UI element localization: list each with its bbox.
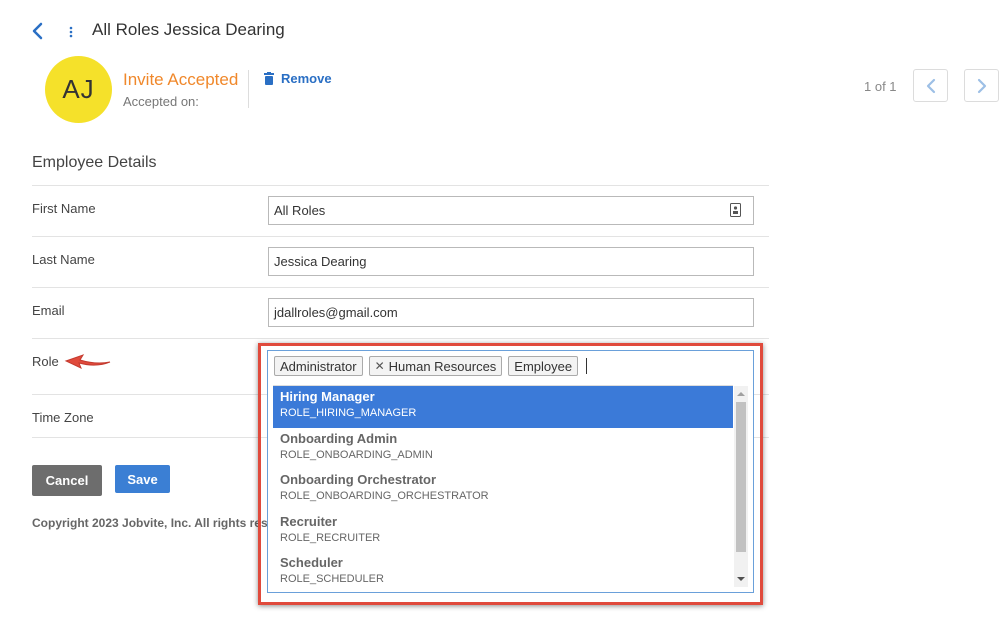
option-title: Onboarding Orchestrator bbox=[280, 472, 437, 487]
first-name-label: First Name bbox=[32, 201, 96, 216]
scroll-thumb[interactable] bbox=[736, 402, 746, 552]
text-caret[interactable] bbox=[586, 358, 588, 374]
selected-tags: Administrator ✕ Human Resources Employee bbox=[274, 356, 588, 376]
avatar: AJ bbox=[45, 56, 112, 123]
invite-status: Invite Accepted bbox=[123, 70, 239, 89]
option-code: ROLE_HIRING_MANAGER bbox=[280, 407, 417, 419]
role-tag-label: Employee bbox=[514, 358, 573, 374]
role-tag[interactable]: Employee bbox=[508, 356, 579, 376]
vertical-dots-icon bbox=[69, 26, 73, 38]
pager-count: 1 of 1 bbox=[864, 79, 897, 94]
email-label: Email bbox=[32, 303, 65, 318]
row-divider bbox=[32, 236, 769, 237]
email-field[interactable]: jdallroles@gmail.com bbox=[268, 298, 754, 327]
accepted-on-label: Accepted on: bbox=[123, 94, 199, 109]
chevron-left-icon bbox=[926, 78, 935, 93]
previous-button[interactable] bbox=[913, 69, 948, 102]
first-name-field[interactable]: All Roles bbox=[268, 196, 754, 225]
role-options-list: Hiring Manager ROLE_HIRING_MANAGER Onboa… bbox=[273, 385, 733, 589]
option-title: Scheduler bbox=[280, 555, 343, 570]
role-tag[interactable]: ✕ Human Resources bbox=[368, 356, 503, 376]
first-name-value: All Roles bbox=[274, 203, 326, 218]
role-label: Role bbox=[32, 354, 59, 369]
role-option-hiring-manager[interactable]: Hiring Manager ROLE_HIRING_MANAGER bbox=[273, 386, 733, 428]
role-option-scheduler[interactable]: Scheduler ROLE_SCHEDULER bbox=[273, 552, 733, 589]
options-scrollbar[interactable] bbox=[734, 386, 748, 587]
option-code: ROLE_ONBOARDING_ADMIN bbox=[280, 448, 433, 461]
back-button[interactable] bbox=[30, 22, 46, 40]
chevron-right-icon bbox=[977, 78, 986, 93]
remove-label: Remove bbox=[281, 71, 332, 86]
option-code: ROLE_ONBOARDING_ORCHESTRATOR bbox=[280, 490, 489, 502]
copyright: Copyright 2023 Jobvite, Inc. All rights … bbox=[32, 516, 267, 530]
option-code: ROLE_RECRUITER bbox=[280, 531, 381, 544]
contact-card-icon[interactable] bbox=[730, 203, 741, 217]
avatar-initials: AJ bbox=[62, 74, 95, 104]
role-multiselect[interactable]: Administrator ✕ Human Resources Employee… bbox=[267, 350, 754, 593]
scroll-down-icon[interactable] bbox=[737, 575, 745, 583]
tag-remove-icon[interactable]: ✕ bbox=[375, 359, 385, 373]
role-tag-label: Human Resources bbox=[388, 358, 497, 374]
role-option-onboarding-orchestrator[interactable]: Onboarding Orchestrator ROLE_ONBOARDING_… bbox=[273, 469, 733, 511]
option-title: Hiring Manager bbox=[280, 389, 375, 404]
divider bbox=[248, 70, 249, 108]
option-title: Onboarding Admin bbox=[280, 430, 398, 446]
last-name-field[interactable]: Jessica Dearing bbox=[268, 247, 754, 276]
scroll-up-icon[interactable] bbox=[737, 390, 745, 398]
cancel-button[interactable]: Cancel bbox=[32, 465, 102, 496]
section-title: Employee Details bbox=[32, 154, 157, 171]
email-value: jdallroles@gmail.com bbox=[274, 305, 398, 320]
row-divider bbox=[32, 338, 769, 339]
red-arrow-icon bbox=[64, 354, 111, 369]
role-tag[interactable]: Administrator bbox=[274, 356, 363, 376]
trash-icon bbox=[264, 72, 274, 85]
role-option-recruiter[interactable]: Recruiter ROLE_RECRUITER bbox=[273, 511, 733, 553]
page-title: All Roles Jessica Dearing bbox=[92, 20, 285, 39]
chevron-left-icon bbox=[32, 22, 43, 40]
option-code: ROLE_SCHEDULER bbox=[280, 573, 384, 585]
role-option-onboarding-admin[interactable]: Onboarding Admin ROLE_ONBOARDING_ADMIN bbox=[273, 428, 733, 470]
last-name-value: Jessica Dearing bbox=[274, 254, 367, 269]
time-zone-label: Time Zone bbox=[32, 410, 94, 425]
more-menu-button[interactable] bbox=[66, 24, 76, 40]
role-tag-label: Administrator bbox=[280, 358, 357, 374]
option-title: Recruiter bbox=[280, 513, 338, 529]
row-divider bbox=[32, 287, 769, 288]
remove-button[interactable]: Remove bbox=[264, 71, 332, 86]
save-button[interactable]: Save bbox=[115, 465, 170, 493]
next-button[interactable] bbox=[964, 69, 999, 102]
row-divider bbox=[32, 185, 769, 186]
last-name-label: Last Name bbox=[32, 252, 95, 267]
